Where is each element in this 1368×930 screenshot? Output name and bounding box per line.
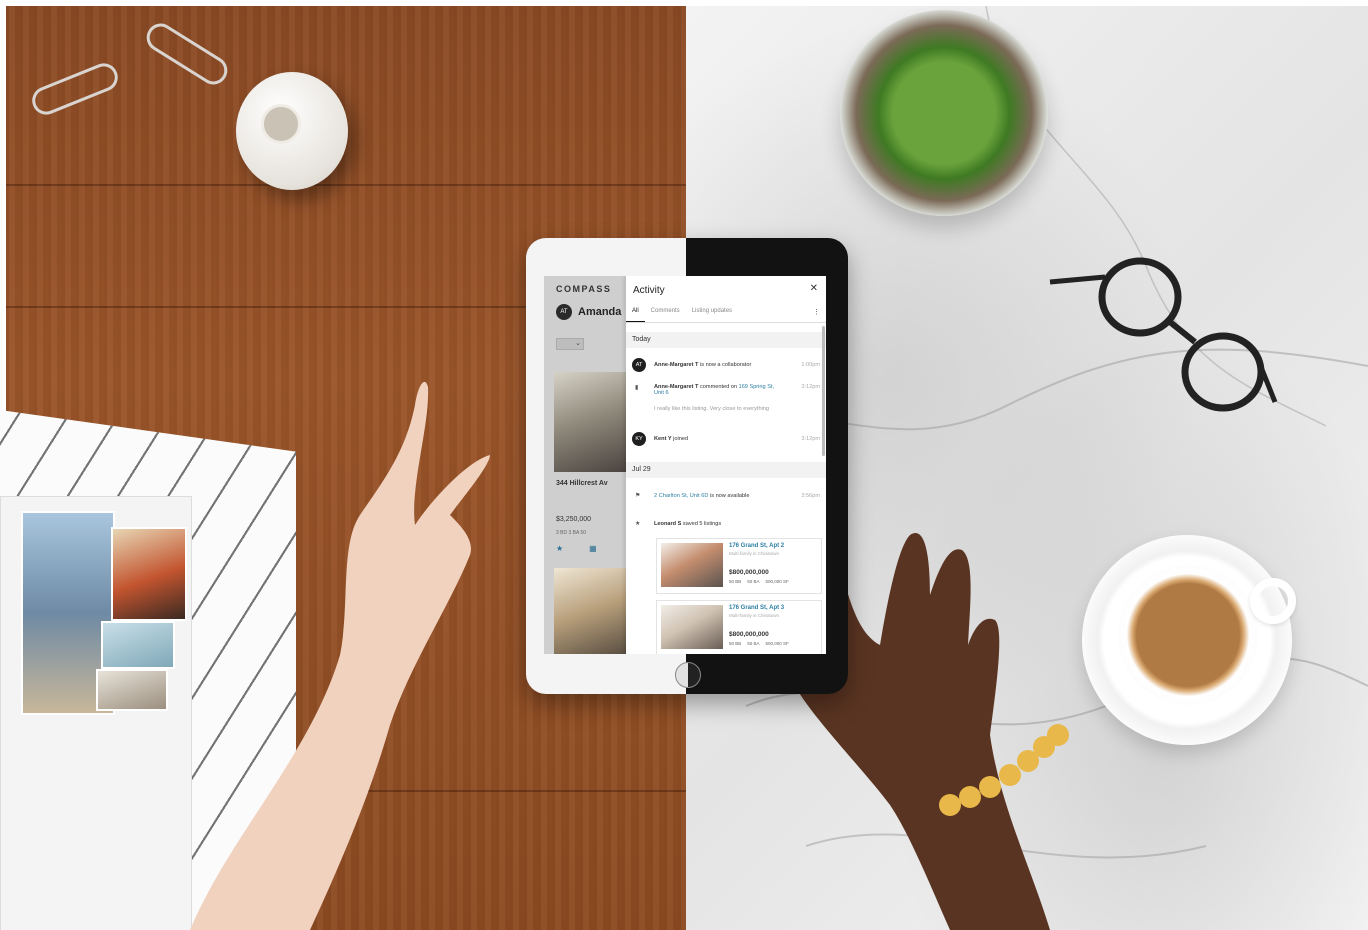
home-button[interactable] bbox=[675, 662, 701, 688]
close-icon[interactable]: ✕ bbox=[810, 283, 818, 294]
feed-item[interactable]: ⚑ 2 Charlton St, Unit 6D is now availabl… bbox=[626, 492, 826, 508]
user-avatar: AT bbox=[556, 304, 572, 320]
compass-logo: COMPASS bbox=[556, 284, 612, 294]
feed-time: 3:12pm bbox=[801, 384, 820, 390]
spec-area: 500,000 SF bbox=[765, 641, 789, 646]
flag-icon: ⚑ bbox=[635, 493, 641, 499]
listing-title[interactable]: 176 Grand St, Apt 2 bbox=[729, 543, 784, 549]
section-header-today: Today bbox=[626, 332, 826, 348]
spec-baths: 50 BA bbox=[747, 641, 760, 646]
spec-baths: 50 BA bbox=[747, 579, 760, 584]
feed-actor[interactable]: Kent Y bbox=[654, 436, 672, 442]
scrollbar[interactable] bbox=[822, 326, 825, 456]
listing-photo[interactable] bbox=[554, 372, 626, 472]
feed-action: is now available bbox=[708, 493, 750, 499]
star-icon[interactable]: ★ bbox=[556, 544, 563, 553]
listing-card[interactable]: 176 Grand St, Apt 3 Multi-family in Chin… bbox=[656, 600, 822, 654]
feed-item[interactable]: ★ Leonard S saved 5 listings bbox=[626, 520, 826, 536]
activity-panel: Activity ✕ All Comments Listing updates … bbox=[626, 276, 826, 654]
feed-text: Anne-Margaret T is now a collaborator bbox=[654, 362, 751, 368]
tablet-device: COMPASS AT Amanda ⌄ 344 Hillcrest Av $3,… bbox=[526, 238, 848, 694]
listing-subtitle: Multi-family in Chinatown bbox=[729, 613, 780, 618]
comment-quote: I really like this listing. Very close t… bbox=[654, 406, 770, 412]
left-hand bbox=[190, 381, 490, 930]
listing-specs: 3 BD 3 BA 50 bbox=[556, 530, 587, 536]
listing-photo[interactable] bbox=[554, 568, 626, 654]
listing-address[interactable]: 344 Hillcrest Av bbox=[556, 480, 608, 487]
feed-text: Kent Y joined bbox=[654, 436, 688, 442]
activity-tabs: All Comments Listing updates ⋮ bbox=[626, 306, 826, 323]
eyeglasses bbox=[1049, 257, 1278, 412]
listing-specs: 50 BB 50 BA 500,000 SF bbox=[729, 641, 789, 646]
listing-price: $800,000,000 bbox=[729, 569, 769, 576]
feed-item[interactable]: KY Kent Y joined 3:12pm bbox=[626, 430, 826, 450]
feed-time: 3:56pm bbox=[801, 493, 820, 499]
listing-photo bbox=[661, 605, 723, 649]
listing-card[interactable]: 176 Grand St, Apt 2 Multi-family in Chin… bbox=[656, 538, 822, 594]
comment-icon: ▮ bbox=[635, 385, 639, 391]
listing-subtitle: Multi-family in Chinatown bbox=[729, 551, 780, 556]
brochure bbox=[0, 496, 192, 930]
avatar: KY bbox=[632, 432, 646, 446]
feed-text: 2 Charlton St, Unit 6D is now available bbox=[654, 493, 749, 499]
listing-specs: 50 BB 50 BA 500,000 SF bbox=[729, 579, 789, 584]
spec-area: 500,000 SF bbox=[765, 579, 789, 584]
white-vase bbox=[236, 72, 348, 190]
succulent-planter bbox=[840, 10, 1048, 216]
feed-item[interactable]: AT Anne-Margaret T is now a collaborator… bbox=[626, 356, 826, 376]
feed-text: Leonard S saved 5 listings bbox=[654, 521, 721, 527]
activity-title: Activity bbox=[633, 285, 665, 296]
listing-actions: ★ ▦ bbox=[556, 544, 597, 553]
feed-time: 3:12pm bbox=[801, 436, 820, 442]
view-toggle[interactable]: ⌄ bbox=[556, 338, 584, 350]
user-header[interactable]: AT Amanda bbox=[556, 304, 621, 320]
feed-action: joined bbox=[671, 436, 689, 442]
feed-actor[interactable]: Anne-Margaret T bbox=[654, 362, 698, 368]
chevron-down-icon: ⌄ bbox=[575, 340, 581, 347]
grid-icon[interactable]: ▦ bbox=[589, 544, 597, 553]
spec-beds: 50 BB bbox=[729, 579, 742, 584]
tab-listing-updates[interactable]: Listing updates bbox=[686, 306, 738, 322]
more-options-icon[interactable]: ⋮ bbox=[813, 308, 820, 316]
tablet-screen: COMPASS AT Amanda ⌄ 344 Hillcrest Av $3,… bbox=[544, 276, 826, 654]
app-background: COMPASS AT Amanda ⌄ 344 Hillcrest Av $3,… bbox=[544, 276, 626, 654]
listing-photo bbox=[661, 543, 723, 587]
user-name: Amanda bbox=[578, 306, 622, 318]
section-header-jul29: Jul 29 bbox=[626, 462, 826, 478]
feed-text: Anne-Margaret T commented on 169 Spring … bbox=[654, 384, 784, 396]
feed-time: 1:00pm bbox=[801, 362, 820, 368]
listing-price: $3,250,000 bbox=[556, 516, 592, 523]
tab-all[interactable]: All bbox=[626, 306, 645, 322]
star-icon: ★ bbox=[635, 521, 641, 527]
photo-scene: COMPASS AT Amanda ⌄ 344 Hillcrest Av $3,… bbox=[0, 0, 1368, 930]
avatar: AT bbox=[632, 358, 646, 372]
listing-price: $800,000,000 bbox=[729, 631, 769, 638]
coffee-cup bbox=[1118, 565, 1258, 705]
listing-link[interactable]: 2 Charlton St, Unit 6D bbox=[654, 493, 708, 499]
cup-handle bbox=[1250, 578, 1296, 624]
listing-title[interactable]: 176 Grand St, Apt 3 bbox=[729, 605, 784, 611]
feed-item[interactable]: ▮ Anne-Margaret T commented on 169 Sprin… bbox=[626, 382, 826, 422]
spec-beds: 50 BB bbox=[729, 641, 742, 646]
feed-action: saved 5 listings bbox=[681, 521, 722, 527]
feed-actor[interactable]: Leonard S bbox=[654, 521, 681, 527]
feed-action: is now a collaborator bbox=[698, 362, 752, 368]
activity-header: Activity ✕ bbox=[626, 276, 826, 302]
feed-action: commented on bbox=[698, 384, 739, 390]
tab-comments[interactable]: Comments bbox=[645, 306, 686, 322]
